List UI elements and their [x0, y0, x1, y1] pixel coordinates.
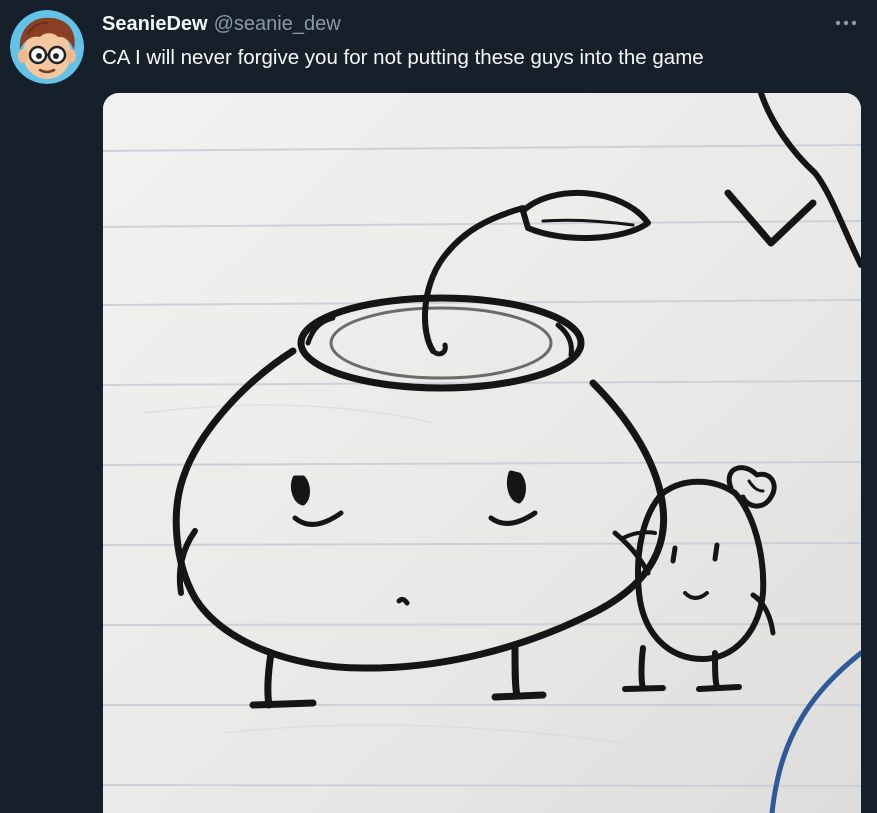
tweet-media[interactable] — [103, 93, 861, 813]
user-avatar[interactable] — [10, 10, 84, 84]
tweet-header: SeanieDew @seanie_dew — [102, 13, 341, 36]
more-options-icon — [835, 20, 857, 26]
tweet: SeanieDew @seanie_dew CA I will never fo… — [0, 0, 877, 813]
tweet-text: CA I will never forgive you for not putt… — [102, 46, 704, 69]
cartoon-avatar-icon — [10, 10, 84, 84]
display-name[interactable]: SeanieDew — [102, 13, 208, 36]
more-options-button[interactable] — [831, 12, 861, 34]
pencil-sketch-image — [103, 93, 861, 813]
user-handle[interactable]: @seanie_dew — [214, 13, 341, 36]
